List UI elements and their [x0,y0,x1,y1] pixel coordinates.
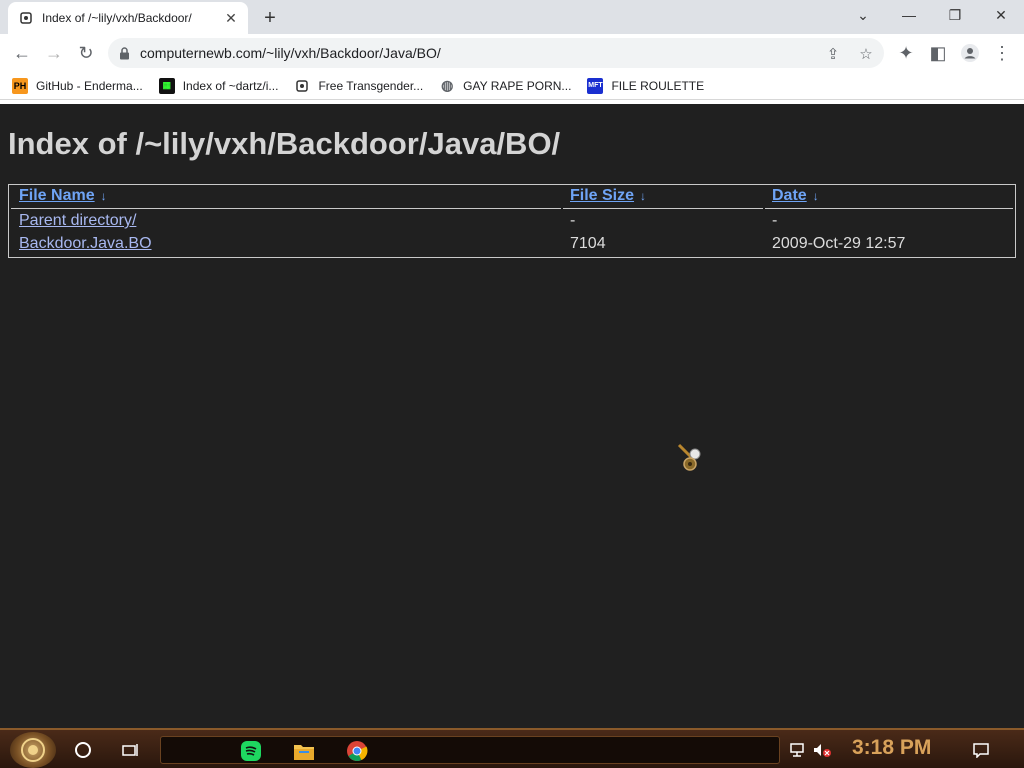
file-name-cell[interactable]: Parent directory/ [19,212,136,230]
taskbar: 3:18 PM [0,728,1024,768]
reload-icon[interactable]: ↻ [72,39,100,67]
bookmark-label: GitHub - Enderma... [36,78,143,93]
parent-directory-link[interactable]: Parent directory/ [19,212,136,229]
sort-arrow-icon[interactable]: ↓ [101,189,107,203]
file-date-cell: - [772,212,778,229]
bookmark-star-icon[interactable]: ☆ [857,45,875,63]
new-tab-icon[interactable]: + [258,6,282,30]
table-row: Parent directory/ - - [9,212,1015,234]
file-name-cell[interactable]: Backdoor.Java.BO [19,235,152,253]
bookmarks-bar: PH GitHub - Enderma... ▦ Index of ~dartz… [0,72,1024,100]
bookmark-label: Free Transgender... [318,78,424,93]
mft-logo-icon: MFT [587,77,604,94]
page-favicon-icon [294,78,310,94]
table-row: Backdoor.Java.BO 7104 2009-Oct-29 12:57 [9,235,1015,257]
bookmark-dartz-index[interactable]: ▦ Index of ~dartz/i... [158,74,279,98]
file-listing-table: File Name ↓ File Size ↓ Date ↓ Parent direc… [8,184,1016,258]
sort-by-name-link[interactable]: File Name [19,187,95,204]
bookmark-gay-porn[interactable]: ◍ GAY RAPE PORN... [439,74,571,98]
close-window-icon[interactable]: ✕ [978,0,1024,30]
globe-icon: ◍ [441,77,454,93]
header-divider [765,208,1013,209]
file-explorer-icon[interactable] [290,737,318,765]
volume-muted-icon[interactable] [808,736,836,764]
browser-toolbar: ← → ↻ computernewb.com/~lily/vxh/Backdoo… [0,34,1024,72]
tab-strip: Index of /~lily/vxh/Backdoor/ ✕ + ⌄ — ❐ … [0,0,1024,34]
page-favicon-icon [18,10,34,26]
bookmark-label: GAY RAPE PORN... [463,78,572,93]
browser-window: Index of /~lily/vxh/Backdoor/ ✕ + ⌄ — ❐ … [0,0,1024,104]
sort-by-date-link[interactable]: Date [772,187,807,204]
chrome-icon[interactable] [343,737,371,765]
browser-tab[interactable]: Index of /~lily/vxh/Backdoor/ ✕ [8,2,248,34]
tab-title: Index of /~lily/vxh/Backdoor/ [42,11,192,25]
extensions-icon[interactable]: ✦ [892,39,920,67]
bookmark-github[interactable]: PH GitHub - Enderma... [12,74,143,98]
taskbar-app-area [160,736,780,764]
clock[interactable]: 3:18 PM [852,736,931,760]
page-content: Index of /~lily/vxh/Backdoor/Java/BO/ Fi… [0,104,1024,728]
bookmark-label: Index of ~dartz/i... [182,78,279,93]
lock-icon[interactable] [118,46,130,60]
header-divider [563,208,763,209]
profile-icon[interactable] [956,39,984,67]
share-icon[interactable]: ⇪ [824,45,842,63]
steampunk-gear-icon [21,738,45,762]
tab-search-icon[interactable]: ⌄ [840,0,886,30]
file-date-cell: 2009-Oct-29 12:57 [772,235,906,252]
header-divider [11,208,561,209]
spotify-icon[interactable] [237,737,265,765]
column-header-name[interactable]: File Name ↓ [19,187,107,205]
bookmark-file-roulette[interactable]: MFT FILE ROULETTE [587,74,704,98]
file-link[interactable]: Backdoor.Java.BO [19,235,152,252]
restore-icon[interactable]: ❐ [932,0,978,30]
column-header-date[interactable]: Date ↓ [772,187,819,205]
grid-favicon-icon: ▦ [158,77,175,94]
task-view-icon[interactable] [116,736,144,764]
minimize-icon[interactable]: — [886,0,932,30]
close-tab-icon[interactable]: ✕ [222,9,240,27]
column-header-size[interactable]: File Size ↓ [570,187,646,205]
menu-icon[interactable]: ⋮ [988,39,1016,67]
bookmark-label: FILE ROULETTE [611,78,705,93]
address-bar[interactable]: computernewb.com/~lily/vxh/Backdoor/Java… [108,38,884,68]
forward-icon[interactable]: → [40,39,68,67]
notifications-icon[interactable] [967,736,995,764]
sort-arrow-icon[interactable]: ↓ [640,189,646,203]
page-title: Index of /~lily/vxh/Backdoor/Java/BO/ [8,126,561,161]
bookmark-free-transgender[interactable]: Free Transgender... [294,74,423,98]
sort-arrow-icon[interactable]: ↓ [813,189,819,203]
search-circle-icon[interactable] [69,736,97,764]
file-size-cell: 7104 [570,235,606,252]
side-panel-icon[interactable]: ◧ [924,39,952,67]
url-text[interactable]: computernewb.com/~lily/vxh/Backdoor/Java… [140,45,441,61]
mouse-cursor-icon [677,443,701,471]
table-header: File Name ↓ File Size ↓ Date ↓ [9,187,1015,209]
file-size-cell: - [570,212,576,229]
start-button[interactable] [10,732,56,768]
ph-logo-icon: PH [12,77,28,94]
sort-by-size-link[interactable]: File Size [570,187,634,204]
back-icon[interactable]: ← [8,39,36,67]
